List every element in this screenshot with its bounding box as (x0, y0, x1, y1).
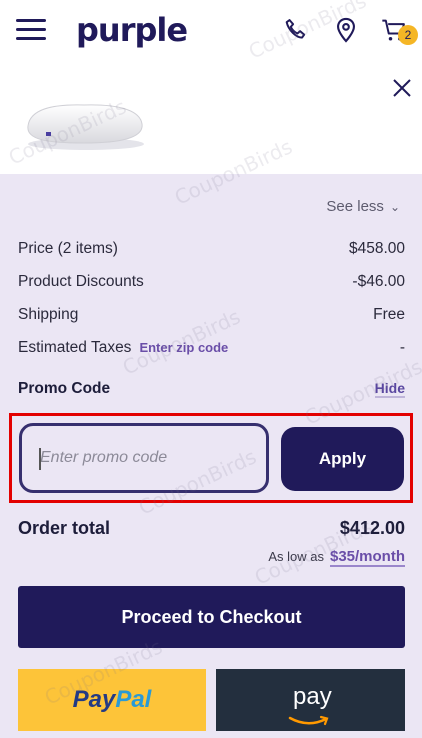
amazon-pay-label: pay (293, 683, 332, 710)
close-icon[interactable] (390, 76, 414, 100)
amazon-pay-button[interactable]: pay (216, 669, 405, 731)
row-label: Product Discounts (18, 273, 144, 290)
row-value: - (399, 339, 405, 356)
summary-row-shipping: Shipping Free (18, 306, 405, 324)
pillow-product-image (27, 104, 144, 150)
row-value: $458.00 (348, 240, 405, 257)
see-less-label: See less (326, 198, 384, 215)
order-total-row: Order total $412.00 (18, 518, 405, 539)
hide-promo-link[interactable]: Hide (374, 380, 405, 398)
phone-icon[interactable] (282, 16, 310, 44)
summary-row-discounts: Product Discounts -$46.00 (18, 273, 405, 291)
row-label: Estimated Taxes (18, 339, 132, 356)
paypal-button[interactable]: PayPal (18, 669, 206, 731)
row-label: Shipping (18, 306, 79, 323)
summary-row-price: Price (2 items) $458.00 (18, 240, 405, 258)
site-header: purple 2 (0, 0, 422, 62)
summary-row-taxes: Estimated Taxes Enter zip code - (18, 339, 405, 357)
text-cursor (39, 448, 41, 470)
apply-button[interactable]: Apply (281, 427, 404, 491)
location-pin-icon[interactable] (332, 16, 360, 44)
as-low-as-label: As low as (268, 549, 324, 564)
amazon-smile-icon (288, 715, 329, 726)
see-less-toggle[interactable]: See less ⌄ (326, 198, 400, 215)
menu-icon[interactable] (16, 19, 46, 41)
monthly-payment-link[interactable]: $35/month (329, 548, 405, 567)
cart-count-badge: 2 (398, 25, 418, 45)
order-total-label: Order total (18, 518, 111, 538)
enter-zip-code-link[interactable]: Enter zip code (139, 340, 228, 355)
promo-code-header: Promo Code Hide (18, 380, 405, 398)
chevron-down-icon: ⌄ (389, 200, 400, 214)
row-value: Free (373, 306, 405, 323)
financing-info: As low as $35/month (268, 548, 405, 567)
paypal-logo-pal: Pal (115, 686, 152, 713)
promo-code-input[interactable] (19, 423, 269, 493)
row-label: Price (2 items) (18, 240, 118, 257)
purple-logo[interactable]: purple (76, 11, 188, 49)
order-total-value: $412.00 (339, 518, 405, 538)
proceed-to-checkout-button[interactable]: Proceed to Checkout (18, 586, 405, 648)
promo-code-title: Promo Code (18, 380, 111, 397)
row-value: -$46.00 (352, 273, 405, 290)
paypal-logo-pay: Pay (72, 686, 116, 713)
